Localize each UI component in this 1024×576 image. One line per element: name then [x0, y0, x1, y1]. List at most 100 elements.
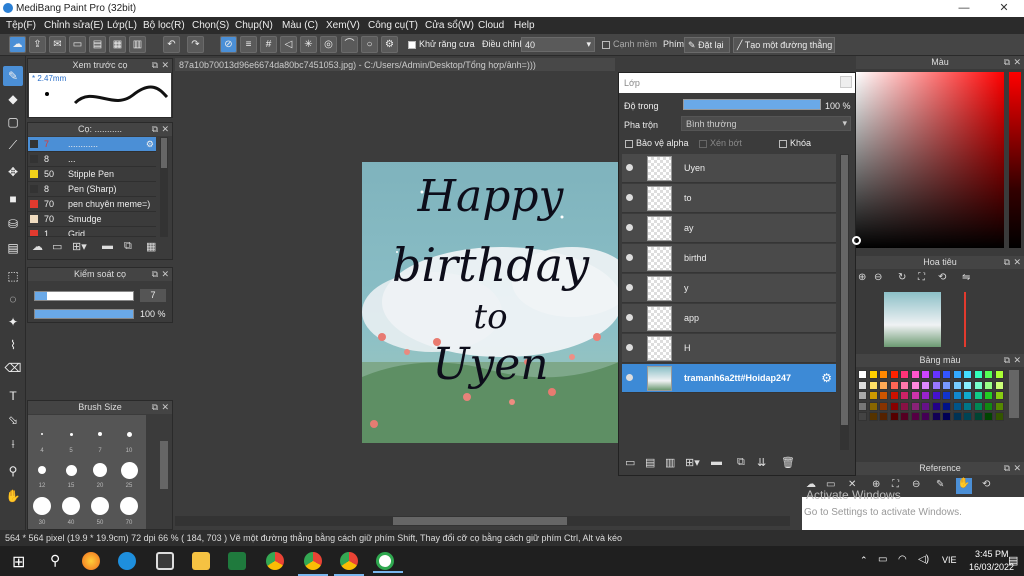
- palette-swatch[interactable]: [879, 380, 888, 390]
- brush-item[interactable]: 8 Pen (Sharp): [28, 182, 156, 197]
- cloud-icon[interactable]: ☁: [9, 36, 26, 53]
- perspective-snap-icon[interactable]: ◁: [280, 36, 297, 53]
- comment-icon[interactable]: ✉: [49, 36, 66, 53]
- duplicate-layer-icon[interactable]: ⧉: [737, 456, 745, 469]
- eraser-tool-icon[interactable]: ◆: [3, 89, 23, 109]
- eyedropper-icon[interactable]: ✎: [936, 479, 944, 490]
- brush-size-option[interactable]: [115, 497, 143, 517]
- close-icon[interactable]: ✕: [1013, 256, 1021, 269]
- clip-toggle[interactable]: Xén bớt: [699, 138, 742, 148]
- parallel-snap-icon[interactable]: ≡: [240, 36, 257, 53]
- color-picker-square[interactable]: [856, 72, 1004, 248]
- close-button[interactable]: ✕: [984, 0, 1024, 17]
- visibility-icon[interactable]: [626, 254, 633, 261]
- magic-wand-tool-icon[interactable]: ✦: [3, 312, 23, 332]
- palette-swatch[interactable]: [963, 401, 972, 411]
- visibility-icon[interactable]: [626, 344, 633, 351]
- palette-swatch[interactable]: [952, 412, 962, 421]
- close-icon[interactable]: ✕: [1013, 56, 1021, 69]
- palette-swatch[interactable]: [921, 391, 930, 400]
- curve-snap-icon[interactable]: ⌒: [341, 36, 358, 53]
- menu-help[interactable]: Help: [514, 20, 535, 31]
- palette-swatch[interactable]: [952, 370, 962, 379]
- folder-icon[interactable]: ▬: [711, 456, 722, 468]
- hand-icon[interactable]: ✋: [956, 478, 972, 494]
- hand-tool-icon[interactable]: ✋: [3, 486, 23, 506]
- grid-doc-icon[interactable]: ▦: [109, 36, 126, 53]
- palette-swatch[interactable]: [868, 412, 878, 421]
- layer-row[interactable]: Uyen: [622, 154, 836, 183]
- clock-time[interactable]: 3:45 PM: [975, 549, 1009, 559]
- palette-swatch[interactable]: [942, 380, 951, 390]
- color-picker-handle[interactable]: [852, 236, 861, 245]
- soft-edge-checkbox[interactable]: [602, 40, 610, 49]
- popout-icon[interactable]: ⧉: [1004, 256, 1010, 269]
- dot-tool-icon[interactable]: ⟋: [3, 135, 23, 155]
- palette-swatch[interactable]: [858, 380, 867, 390]
- menu-file[interactable]: Tệp(F): [6, 20, 36, 31]
- palette-swatch[interactable]: [858, 391, 867, 400]
- close-icon[interactable]: ✕: [161, 59, 169, 72]
- document-icon[interactable]: ▤: [89, 36, 106, 53]
- settings-icon[interactable]: ⚙: [381, 36, 398, 53]
- palette-swatch[interactable]: [868, 380, 878, 390]
- chrome-profile2-icon[interactable]: [334, 552, 364, 576]
- close-icon[interactable]: ✕: [1013, 462, 1021, 475]
- menu-cloud[interactable]: Cloud: [478, 20, 504, 31]
- layer-row-selected[interactable]: tramanh6a2tt#Hoidap247 ⚙: [622, 364, 836, 393]
- gear-icon[interactable]: ⚙: [821, 371, 832, 385]
- protect-alpha-checkbox[interactable]: [625, 139, 633, 148]
- reset-icon[interactable]: ⟲: [982, 479, 990, 490]
- palette-swatch[interactable]: [931, 370, 941, 379]
- chrome-profile-icon[interactable]: [298, 552, 328, 576]
- select-tool-icon[interactable]: ⬚: [3, 266, 23, 286]
- new-8bit-layer-icon[interactable]: ▥: [665, 456, 675, 469]
- palette-swatch[interactable]: [858, 401, 867, 411]
- palette-swatch[interactable]: [994, 370, 1004, 379]
- palette-swatch[interactable]: [984, 412, 993, 421]
- layer-row[interactable]: to: [622, 184, 836, 213]
- palette-swatch[interactable]: [879, 391, 888, 400]
- delete-icon[interactable]: ▦: [146, 240, 156, 253]
- no-snap-icon[interactable]: ⊘: [220, 36, 237, 53]
- select-eraser-tool-icon[interactable]: ⌫: [3, 358, 23, 378]
- palette-swatch[interactable]: [973, 412, 983, 421]
- visibility-icon[interactable]: [626, 314, 633, 321]
- palette-swatch[interactable]: [984, 370, 993, 379]
- text-tool-icon[interactable]: T: [3, 386, 23, 406]
- close-icon[interactable]: ✕: [161, 401, 169, 414]
- palette-swatch[interactable]: [921, 412, 930, 421]
- palette-swatch[interactable]: [942, 370, 951, 379]
- palette-swatch[interactable]: [900, 370, 909, 379]
- grid-snap-icon[interactable]: #: [260, 36, 277, 53]
- close-icon[interactable]: ✕: [161, 268, 169, 281]
- chrome-icon[interactable]: [266, 552, 284, 570]
- add-layer-menu-icon[interactable]: ⊞▾: [685, 456, 700, 469]
- visibility-icon[interactable]: [626, 194, 633, 201]
- brush-tool-icon[interactable]: ✎: [3, 66, 23, 86]
- soft-edge-toggle[interactable]: Cạnh mềm: [602, 39, 657, 49]
- operation-tool-icon[interactable]: ⬂: [3, 410, 23, 430]
- scroll-thumb[interactable]: [161, 138, 167, 168]
- palette-swatch[interactable]: [994, 380, 1004, 390]
- palette-swatch[interactable]: [963, 391, 972, 400]
- volume-icon[interactable]: ◁): [918, 554, 929, 565]
- palette-swatch[interactable]: [963, 412, 972, 421]
- zoom-in-icon[interactable]: ⊕: [858, 272, 866, 283]
- zoom-out-icon[interactable]: ⊖: [874, 272, 882, 283]
- lasso-tool-icon[interactable]: ◌: [3, 289, 23, 309]
- palette-swatch[interactable]: [868, 401, 878, 411]
- document-tab[interactable]: 87a10b70013d96e6674da80bc7451053.jpg) - …: [175, 58, 615, 71]
- add-brush-icon[interactable]: ⊞▾: [72, 240, 87, 253]
- delete-layer-icon[interactable]: 🗑: [781, 456, 795, 469]
- flip-icon[interactable]: ⇋: [962, 272, 970, 283]
- excel-icon[interactable]: [228, 552, 246, 570]
- layer-row[interactable]: birthd: [622, 244, 836, 273]
- straight-line-button[interactable]: ╱ Tạo một đường thẳng: [733, 37, 835, 53]
- brush-size-option[interactable]: [57, 497, 85, 517]
- layer-row[interactable]: H: [622, 334, 836, 363]
- palette-swatch[interactable]: [879, 370, 888, 379]
- bucket-tool-icon[interactable]: ⛁: [3, 214, 23, 234]
- menu-window[interactable]: Cửa sổ(W): [425, 20, 474, 31]
- palette-swatch[interactable]: [900, 380, 909, 390]
